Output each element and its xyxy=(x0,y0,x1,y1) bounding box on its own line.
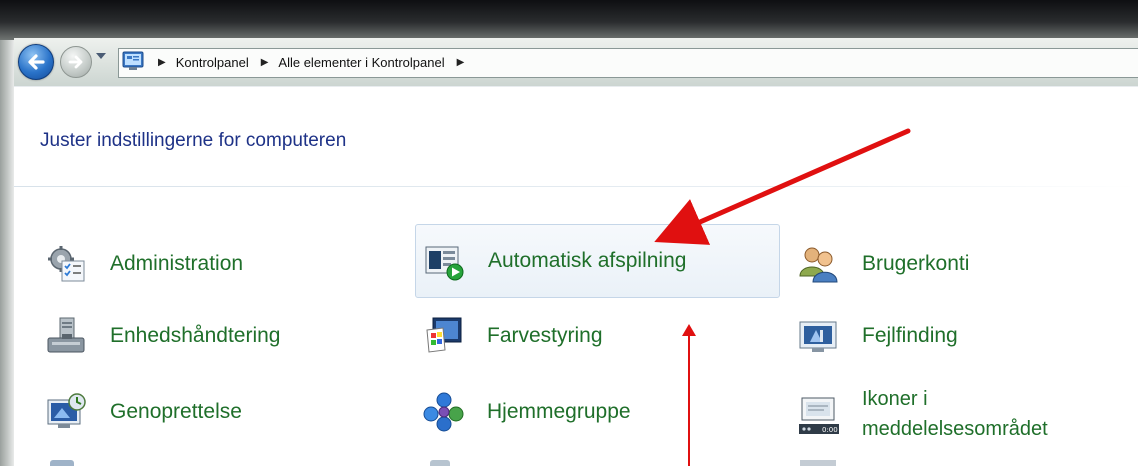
breadcrumb-item-kontrolpanel[interactable]: Kontrolpanel xyxy=(176,55,249,70)
item-label-line2[interactable]: meddelelsesområdet xyxy=(862,414,1048,444)
autoplay-icon xyxy=(424,241,466,281)
item-automatisk-afspilning[interactable]: Automatisk afspilning xyxy=(415,224,780,298)
cut-off-icon xyxy=(50,460,74,466)
item-label[interactable]: Enhedshåndtering xyxy=(110,324,280,348)
breadcrumb-separator-icon[interactable]: ▶ xyxy=(457,57,465,68)
item-administration[interactable]: Administration xyxy=(46,244,243,284)
content-border xyxy=(14,86,1138,87)
cut-off-icon xyxy=(430,460,450,466)
item-label[interactable]: Administration xyxy=(110,252,243,276)
page-title: Juster indstillingerne for computeren xyxy=(40,130,347,151)
notification-area-icons-icon: 0:00 xyxy=(798,392,840,436)
cut-off-icon xyxy=(800,460,836,466)
back-button[interactable] xyxy=(18,44,54,80)
item-farvestyring[interactable]: Farvestyring xyxy=(423,316,603,356)
item-label[interactable]: Hjemmegruppe xyxy=(487,400,631,424)
item-ikoner-i-meddelelsesomraadet[interactable]: 0:00 Ikoner i meddelelsesområdet xyxy=(798,382,1048,446)
item-label[interactable]: Automatisk afspilning xyxy=(488,249,686,273)
item-label-line1[interactable]: Ikoner i xyxy=(862,384,1048,414)
item-label[interactable]: Farvestyring xyxy=(487,324,603,348)
item-hjemmegruppe[interactable]: Hjemmegruppe xyxy=(423,392,631,432)
users-icon xyxy=(798,244,840,284)
breadcrumb: ▶ Kontrolpanel ▶ Alle elementer i Kontro… xyxy=(158,48,474,76)
item-fejlfinding[interactable]: Fejlfinding xyxy=(798,316,958,356)
back-arrow-icon xyxy=(28,54,45,70)
item-label[interactable]: Genoprettelse xyxy=(110,400,242,424)
administration-icon xyxy=(46,244,88,284)
control-panel-icon xyxy=(122,51,144,70)
title-divider xyxy=(14,186,1138,187)
breadcrumb-item-alle-elementer[interactable]: Alle elementer i Kontrolpanel xyxy=(278,55,444,70)
breadcrumb-separator-icon[interactable]: ▶ xyxy=(158,57,166,68)
window-left-frame xyxy=(0,40,14,466)
item-brugerkonti[interactable]: Brugerkonti xyxy=(798,244,969,284)
tray-clock-text: 0:00 xyxy=(822,426,838,434)
item-genoprettelse[interactable]: Genoprettelse xyxy=(46,392,242,432)
item-enhedshaandtering[interactable]: Enhedshåndtering xyxy=(46,316,280,356)
forward-arrow-icon xyxy=(68,55,83,69)
window-title-frame xyxy=(0,0,1138,40)
homegroup-icon xyxy=(423,392,465,432)
history-dropdown-icon[interactable] xyxy=(96,53,106,59)
color-management-icon xyxy=(423,316,465,356)
device-manager-icon xyxy=(46,316,88,356)
item-label[interactable]: Fejlfinding xyxy=(862,324,958,348)
annotation-arrow-diagonal xyxy=(654,128,911,245)
item-label-block: Ikoner i meddelelsesområdet xyxy=(862,384,1048,444)
breadcrumb-separator-icon[interactable]: ▶ xyxy=(261,57,269,68)
item-label[interactable]: Brugerkonti xyxy=(862,252,969,276)
troubleshooting-icon xyxy=(798,316,840,356)
forward-button[interactable] xyxy=(60,46,92,78)
recovery-icon xyxy=(46,392,88,432)
